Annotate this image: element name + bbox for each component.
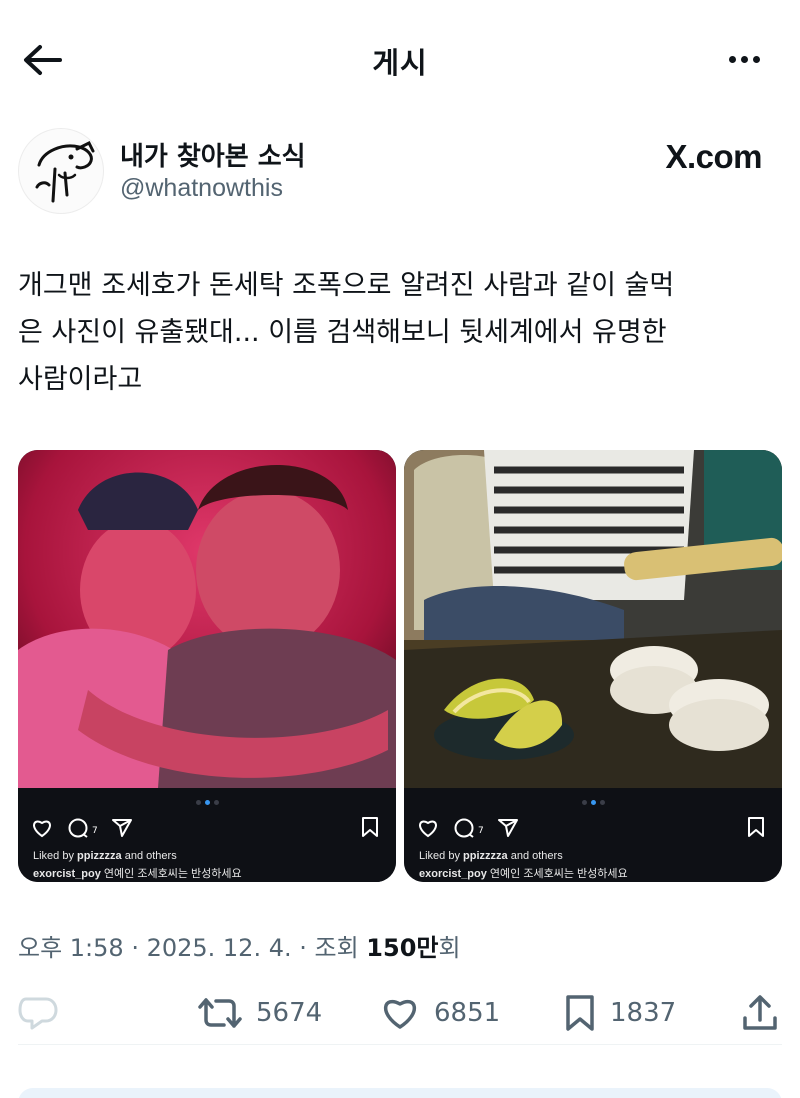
reply-icon	[18, 997, 58, 1030]
dog-doodle-icon	[35, 140, 95, 203]
bookmark-count: 1837	[610, 998, 677, 1028]
carousel-dots	[404, 800, 782, 805]
post-time[interactable]: 오후 1:58	[18, 934, 124, 962]
share-upload-icon	[743, 995, 777, 1030]
media-image-1[interactable]: 7 Liked by ppizzzza and others exorcist_…	[18, 450, 396, 882]
like-button[interactable]: 6851	[380, 985, 500, 1041]
post-text: 개그맨 조세호가 돈세탁 조폭으로 알려진 사람과 같이 술먹 은 사진이 유출…	[18, 270, 675, 395]
post-date[interactable]: 2025. 12. 4.	[147, 934, 292, 962]
source-watermark: X.com	[665, 138, 762, 175]
bookmark-icon[interactable]	[746, 816, 768, 840]
action-bar: 5674 6851 1837	[18, 985, 782, 1041]
view-count: 150만	[366, 934, 439, 962]
share-button[interactable]	[742, 985, 778, 1041]
photo-two-men-hugging	[18, 450, 396, 788]
post-meta: 오후 1:58 · 2025. 12. 4. · 조회 150만회	[18, 934, 461, 962]
heart-outline-icon	[384, 1000, 416, 1029]
top-bar: 게시	[0, 0, 800, 118]
retweet-button[interactable]: 5674	[198, 985, 322, 1041]
carousel-dots	[18, 800, 396, 805]
comment-icon[interactable]	[66, 816, 90, 840]
retweet-icon	[198, 998, 242, 1028]
author-block: 내가 찾아본 소식 @whatnowthis X.com	[18, 128, 782, 218]
heart-icon[interactable]	[416, 816, 440, 840]
more-dots-icon	[728, 55, 736, 63]
caption-text: exorcist_poy 연예인 조세호씨는 반성하세요	[33, 868, 242, 880]
like-count: 6851	[434, 998, 501, 1028]
avatar[interactable]	[18, 128, 104, 214]
reply-composer-edge[interactable]	[18, 1088, 782, 1098]
comment-icon[interactable]	[452, 816, 476, 840]
comment-count: 7	[92, 826, 98, 836]
media-image-2[interactable]: 7 Liked by ppizzzza and others exorcist_…	[404, 450, 782, 882]
more-button[interactable]	[724, 44, 764, 74]
heart-icon[interactable]	[30, 816, 54, 840]
divider	[18, 1044, 782, 1045]
comment-count: 7	[478, 826, 484, 836]
bookmark-icon[interactable]	[360, 816, 382, 840]
bookmark-outline-icon	[566, 995, 594, 1031]
caption-text: exorcist_poy 연예인 조세호씨는 반성하세요	[419, 868, 628, 880]
liked-by-text: Liked by ppizzzza and others	[419, 850, 563, 862]
liked-by-text: Liked by ppizzzza and others	[33, 850, 177, 862]
share-icon[interactable]	[496, 816, 520, 840]
instagram-bar: 7 Liked by ppizzzza and others exorcist_…	[404, 788, 782, 882]
page-title: 게시	[372, 46, 428, 80]
bookmark-button[interactable]: 1837	[564, 985, 676, 1041]
photo-champagne-table	[404, 450, 782, 788]
instagram-bar: 7 Liked by ppizzzza and others exorcist_…	[18, 788, 396, 882]
retweet-count: 5674	[256, 998, 323, 1028]
reply-button[interactable]	[18, 985, 72, 1041]
share-icon[interactable]	[110, 816, 134, 840]
author-handle[interactable]: @whatnowthis	[120, 174, 283, 203]
author-name[interactable]: 내가 찾아본 소식	[120, 136, 306, 173]
